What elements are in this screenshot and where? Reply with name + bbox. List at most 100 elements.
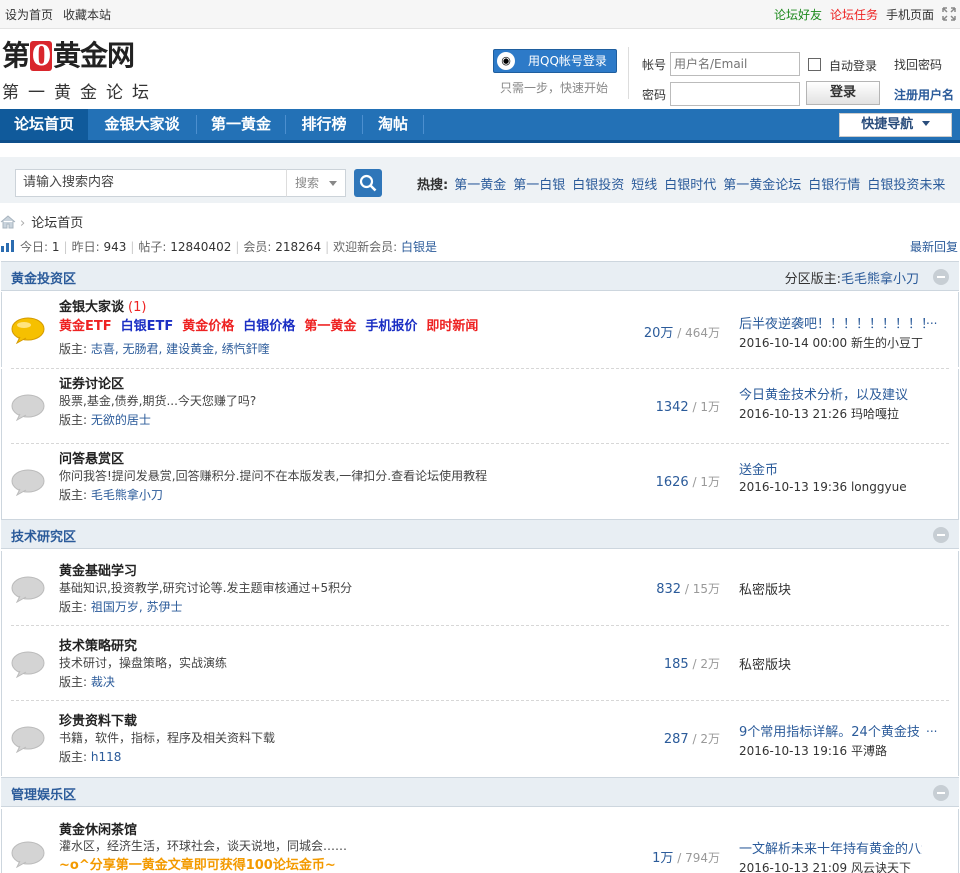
forum-name[interactable]: 黄金基础学习 — [59, 560, 137, 579]
last-post-time: 2016-10-14 00:00 — [739, 336, 848, 350]
search-type-label: 搜索 — [295, 176, 320, 190]
friends-link[interactable]: 论坛好友 — [774, 8, 822, 22]
hot-link[interactable]: 第一黄金 — [454, 178, 506, 193]
stat-yesterday: 943 — [103, 240, 127, 254]
subforum-link[interactable]: 白银价格 — [243, 319, 295, 334]
bookmark-link[interactable]: 收藏本站 — [63, 8, 111, 22]
search-type-select[interactable]: 搜索 — [286, 169, 346, 197]
forum-name[interactable]: 问答悬赏区 — [59, 448, 124, 467]
logo-subtitle: 第一黄金论坛 — [2, 83, 158, 103]
collapse-icon[interactable] — [933, 527, 949, 543]
subforum-link[interactable]: 第一黄金 — [304, 319, 356, 334]
qq-hint: 只需一步，快速开始 — [500, 81, 609, 95]
subforum-link[interactable]: 黄金价格 — [182, 319, 234, 334]
forum-row: 证券讨论区 股票,基金,债券,期货...今天您赚了吗? 版主: 无欲的居士 13… — [1, 369, 959, 444]
moderator-links[interactable]: 志喜, 无肠君, 建设黄金, 绣忾釬喹 — [91, 342, 270, 356]
find-password-link[interactable]: 找回密码 — [894, 56, 942, 73]
qq-login-button[interactable]: ◉ 用QQ帐号登录 — [493, 49, 617, 73]
hot-link[interactable]: 白银时代 — [664, 178, 716, 193]
last-post-user[interactable]: 平溥路 — [851, 744, 887, 758]
username-input[interactable] — [670, 52, 800, 76]
last-post-title[interactable]: 一文解析未来十年持有黄金的八大 — [739, 838, 922, 857]
logo-name: 黄金网 — [53, 39, 135, 72]
moderator-links[interactable]: 毛毛熊拿小刀 — [91, 488, 163, 502]
caret-down-icon — [921, 121, 930, 126]
forum-name[interactable]: 珍贵资料下载 — [59, 710, 137, 729]
last-post-user[interactable]: 玛哈嘎拉 — [851, 407, 899, 421]
category-header: 管理娱乐区 — [1, 777, 959, 807]
hot-link[interactable]: 短线 — [631, 178, 657, 193]
quick-nav-label: 快捷导航 — [861, 117, 914, 132]
stat-today: 1 — [51, 240, 60, 254]
newest-member-link[interactable]: 白银是 — [401, 240, 437, 254]
stats-icon — [0, 240, 16, 252]
forum-name[interactable]: 金银大家谈 — [59, 300, 124, 315]
last-post-time: 2016-10-13 19:36 — [739, 480, 848, 494]
nav-item-home[interactable]: 论坛首页 — [0, 109, 88, 140]
search-icon — [359, 174, 377, 192]
last-post-title[interactable]: 后半夜逆袭吧！！！！！！！！！ — [739, 313, 939, 332]
site-logo[interactable]: 第0黄金网 — [2, 39, 135, 72]
no-new-posts-bubble-icon — [11, 651, 45, 678]
hot-link[interactable]: 白银投资未来 — [867, 178, 945, 193]
set-home-link[interactable]: 设为首页 — [5, 8, 53, 22]
hot-link[interactable]: 第一黄金论坛 — [723, 178, 801, 193]
register-link[interactable]: 注册用户名 — [894, 86, 954, 103]
collapse-icon[interactable] — [933, 785, 949, 801]
forum-name[interactable]: 证券讨论区 — [59, 373, 124, 392]
quick-nav-button[interactable]: 快捷导航 — [839, 113, 952, 137]
subforum-link[interactable]: 黄金ETF — [59, 319, 112, 334]
forum-name[interactable]: 技术策略研究 — [59, 635, 137, 654]
hot-link[interactable]: 第一白银 — [513, 178, 565, 193]
last-post-ellipsis: ... — [926, 313, 938, 327]
newest-reply-link[interactable]: 最新回复 — [910, 238, 958, 255]
moderator-links[interactable]: 裁决 — [91, 675, 115, 689]
category-title[interactable]: 黄金投资区 — [11, 268, 76, 287]
hot-searches: 热搜: 第一黄金 第一白银 白银投资 短线 白银时代 第一黄金论坛 白银行情 白银投资未来 — [417, 174, 952, 193]
category-mod-link[interactable]: 毛毛熊拿小刀 — [841, 272, 919, 287]
subforum-link[interactable]: 即时新闻 — [426, 319, 478, 334]
subforum-link[interactable]: 手机报价 — [365, 319, 417, 334]
nav-item-talk[interactable]: 金银大家谈 — [88, 109, 196, 140]
password-input[interactable] — [670, 82, 800, 106]
subforum-link[interactable]: 白银ETF — [121, 319, 174, 334]
last-post-title[interactable]: 今日黄金技术分析，以及建议 — [739, 384, 939, 403]
nav-item-gold[interactable]: 第一黄金 — [197, 109, 285, 140]
forum-promo-text[interactable]: ~o^分享第一黄金文章即可获得100论坛金币~ — [59, 854, 336, 873]
auto-login-checkbox[interactable] — [808, 58, 821, 71]
forum-name[interactable]: 黄金休闲茶馆 — [59, 819, 137, 838]
last-post-title[interactable]: 送金币 — [739, 459, 939, 478]
last-post-user[interactable]: longgyue — [851, 480, 907, 494]
nav-item-collections[interactable]: 淘帖 — [363, 109, 423, 140]
collapse-icon[interactable] — [933, 269, 949, 285]
mobile-link[interactable]: 手机页面 — [886, 8, 934, 22]
forum-counts: 1万 / 794万 — [652, 851, 720, 866]
forum-counts: 832 / 15万 — [656, 582, 720, 597]
last-post: 9个常用指标详解。24个黄金技术 ... 2016-10-13 19:16 平溥… — [739, 721, 959, 759]
breadcrumb-home[interactable]: 论坛首页 — [31, 216, 83, 231]
moderator-links[interactable]: 祖国万岁, 苏伊士 — [91, 600, 183, 614]
login-button[interactable]: 登录 — [806, 81, 880, 105]
last-post-user[interactable]: 风云诀天下 — [851, 861, 911, 873]
search-input[interactable]: 请输入搜索内容 — [15, 169, 287, 197]
forum-stats: 今日: 1 | 昨日: 943 | 帖子: 12840402 | 会员: 218264 | 欢迎… — [0, 238, 437, 255]
category-title[interactable]: 管理娱乐区 — [11, 784, 76, 803]
auto-login-label: 自动登录 — [829, 59, 878, 73]
search-button[interactable] — [354, 169, 382, 197]
qq-login-label: 用QQ帐号登录 — [528, 54, 607, 68]
moderator-links[interactable]: h118 — [91, 750, 122, 764]
hot-link[interactable]: 白银投资 — [572, 178, 624, 193]
forum-counts: 287 / 2万 — [663, 732, 720, 747]
moderator-links[interactable]: 无欲的居士 — [91, 413, 151, 427]
fullscreen-icon[interactable] — [942, 7, 956, 21]
forum-counts: 20万 / 464万 — [643, 326, 720, 341]
nav-item-ranking[interactable]: 排行榜 — [286, 109, 362, 140]
category-title[interactable]: 技术研究区 — [11, 526, 76, 545]
last-post-user[interactable]: 新生的小豆丁 — [851, 336, 923, 350]
home-icon[interactable] — [0, 215, 16, 229]
last-post-title[interactable]: 9个常用指标详解。24个黄金技术 — [739, 721, 919, 740]
tasks-link[interactable]: 论坛任务 — [830, 8, 878, 22]
logo-zero: 0 — [30, 39, 53, 72]
last-post-time: 2016-10-13 21:26 — [739, 407, 848, 421]
hot-link[interactable]: 白银行情 — [808, 178, 860, 193]
